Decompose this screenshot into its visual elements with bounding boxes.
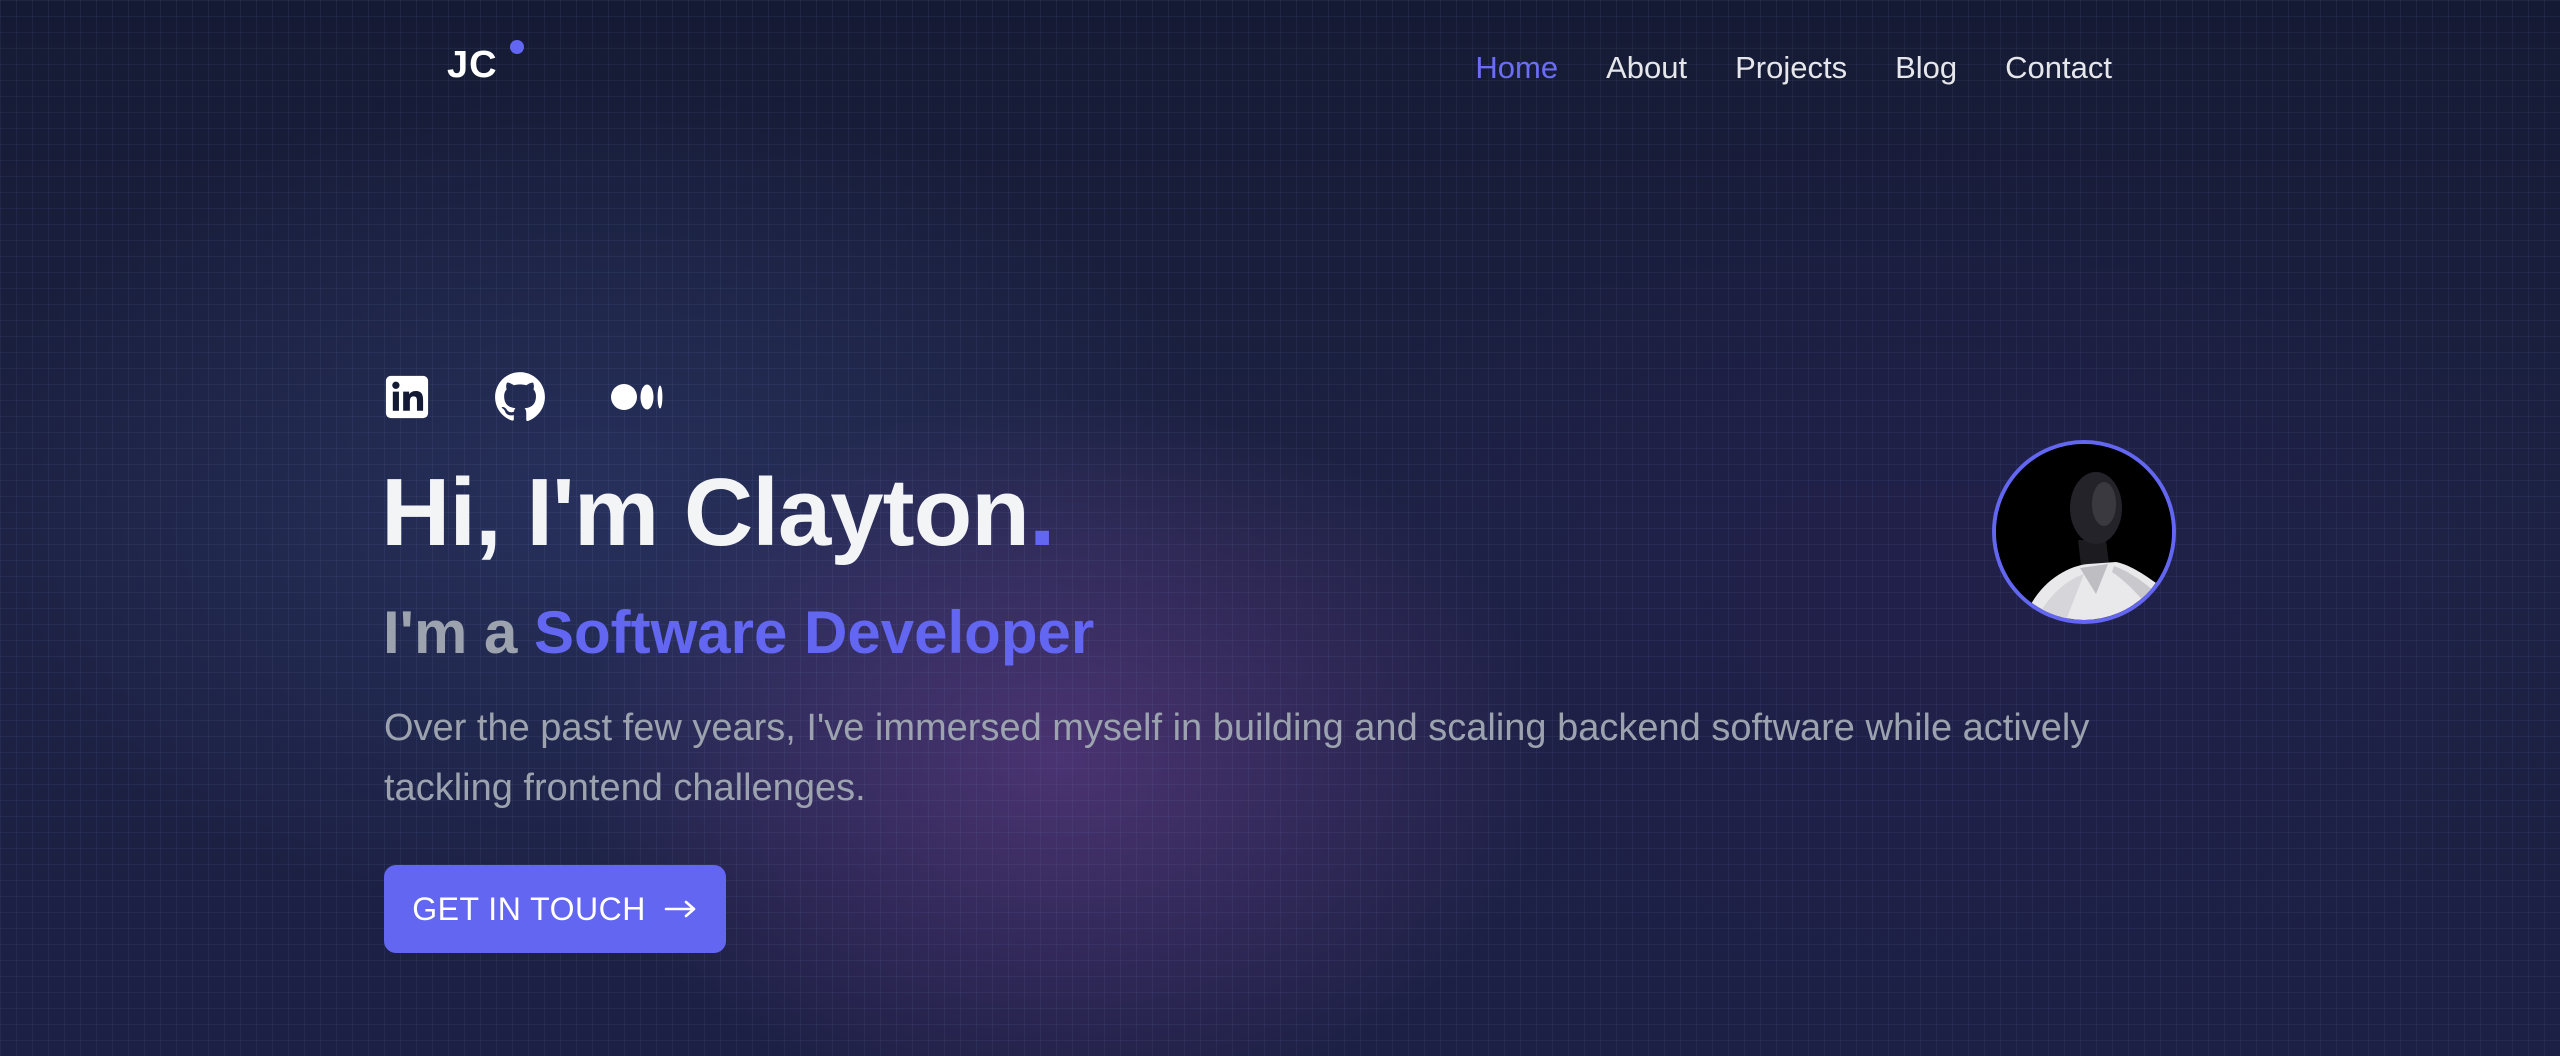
github-icon[interactable] [494, 372, 546, 422]
medium-icon[interactable] [610, 372, 664, 422]
profile-avatar [1992, 440, 2176, 624]
main-nav: Home About Projects Blog Contact [1475, 52, 2112, 83]
social-links [384, 372, 664, 422]
logo-dot [510, 40, 524, 54]
hero-subtitle: I'm a Software Developer [383, 600, 1094, 666]
hero-title: Hi, I'm Clayton. [381, 459, 1056, 566]
linkedin-icon[interactable] [384, 372, 430, 422]
hero-description: Over the past few years, I've immersed m… [384, 707, 2090, 809]
site-logo[interactable]: JC [447, 46, 498, 84]
hero-role: Software Developer [534, 599, 1095, 666]
get-in-touch-button[interactable]: GET IN TOUCH [384, 865, 726, 953]
hero-role-prefix: I'm a [383, 599, 518, 666]
nav-home[interactable]: Home [1475, 52, 1558, 83]
nav-projects[interactable]: Projects [1735, 52, 1847, 83]
nav-blog[interactable]: Blog [1895, 52, 1957, 83]
nav-about[interactable]: About [1606, 52, 1687, 83]
nav-contact[interactable]: Contact [2005, 52, 2112, 83]
get-in-touch-label: GET IN TOUCH [412, 890, 646, 927]
hero-greeting: Hi, I'm Clayton [381, 459, 1030, 566]
hero-greeting-dot: . [1028, 459, 1056, 566]
arrow-right-icon [664, 899, 698, 919]
